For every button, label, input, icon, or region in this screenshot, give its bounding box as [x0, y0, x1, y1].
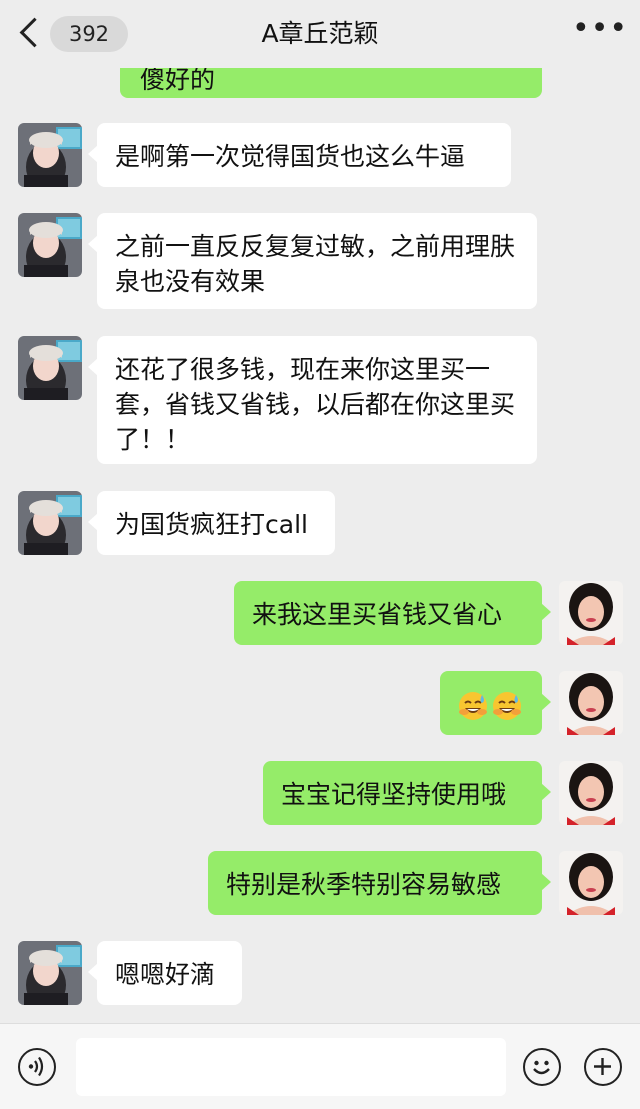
contact-avatar[interactable] — [18, 213, 82, 277]
message-bubble-outgoing[interactable]: 来我这里买省钱又省心 — [234, 581, 551, 645]
message-input[interactable] — [76, 1038, 506, 1096]
message-bubble-incoming[interactable]: 是啊第一次觉得国货也这么牛逼 — [88, 123, 511, 187]
message-bubble-incoming[interactable]: 嗯嗯好滴 — [88, 941, 242, 1005]
message-bubble-outgoing[interactable] — [440, 671, 551, 735]
message-bubble-outgoing[interactable]: 傻好的 — [120, 68, 542, 98]
message-text: 为国货疯狂打call — [115, 510, 308, 539]
message-text: 之前一直反反复复过敏，之前用理肤泉也没有效果 — [115, 232, 516, 296]
message-text: 来我这里买省钱又省心 — [252, 600, 503, 629]
back-button[interactable]: 392 — [16, 12, 128, 56]
grinning-sweat-emoji-icon — [492, 691, 522, 721]
plus-button[interactable] — [584, 1048, 622, 1086]
message-text: 是啊第一次觉得国货也这么牛逼 — [115, 142, 466, 171]
emoji-icon — [533, 1060, 550, 1075]
message-text: 傻好的 — [140, 68, 216, 94]
message-bubble-outgoing[interactable]: 特别是秋季特别容易敏感 — [208, 851, 551, 915]
contact-avatar[interactable] — [18, 941, 82, 1005]
message-list[interactable]: 傻好的 是啊第一次觉得国货也这么牛逼 之前一直反反复复过敏，之前用理肤泉也没有效… — [0, 68, 640, 1023]
message-text: 还花了很多钱，现在来你这里买一套，省钱又省钱，以后都在你这里买了！！ — [115, 355, 516, 454]
own-avatar[interactable] — [559, 851, 623, 915]
message-text: 宝宝记得坚持使用哦 — [281, 780, 507, 809]
message-text: 嗯嗯好滴 — [115, 960, 216, 989]
own-avatar[interactable] — [559, 671, 623, 735]
emoji-button[interactable] — [523, 1048, 561, 1086]
emoji-group — [458, 691, 522, 721]
contact-avatar[interactable] — [18, 336, 82, 400]
grinning-sweat-emoji-icon — [458, 691, 488, 721]
message-bubble-incoming[interactable]: 之前一直反反复复过敏，之前用理肤泉也没有效果 — [88, 213, 537, 309]
contact-avatar[interactable] — [18, 123, 82, 187]
message-bubble-incoming[interactable]: 还花了很多钱，现在来你这里买一套，省钱又省钱，以后都在你这里买了！！ — [88, 336, 537, 464]
chat-title: A章丘范颖 — [261, 19, 379, 48]
more-options-button[interactable]: ••• — [572, 14, 627, 54]
message-bubble-outgoing[interactable]: 宝宝记得坚持使用哦 — [263, 761, 551, 825]
input-bar — [0, 1023, 640, 1109]
contact-avatar[interactable] — [18, 491, 82, 555]
own-avatar[interactable] — [559, 761, 623, 825]
chevron-left-icon — [19, 17, 50, 48]
message-text: 特别是秋季特别容易敏感 — [226, 870, 502, 899]
voice-icon — [28, 1056, 44, 1077]
message-bubble-incoming[interactable]: 为国货疯狂打call — [88, 491, 335, 555]
unread-count-badge: 392 — [50, 16, 128, 52]
voice-button[interactable] — [18, 1048, 56, 1086]
own-avatar[interactable] — [559, 581, 623, 645]
chat-header: 392 A章丘范颖 ••• — [0, 0, 640, 68]
plus-icon — [594, 1058, 611, 1075]
